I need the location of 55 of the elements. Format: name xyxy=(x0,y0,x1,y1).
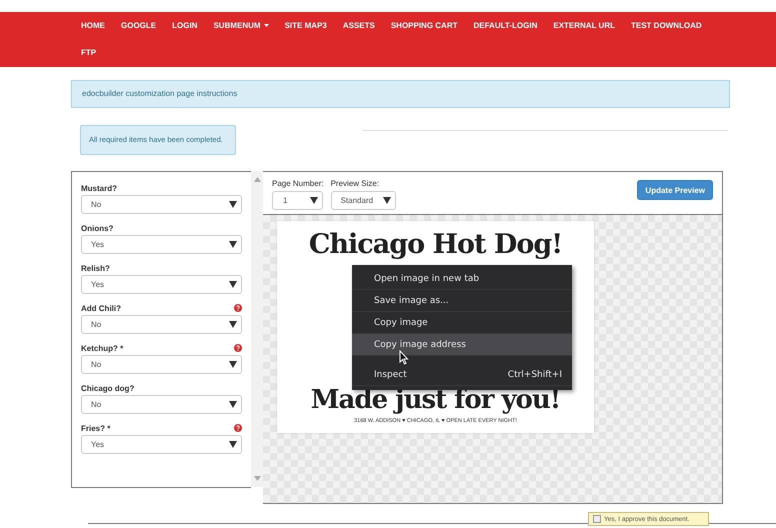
select-field[interactable]: No xyxy=(81,315,242,334)
scrollbar[interactable] xyxy=(251,171,263,487)
menu-item[interactable]: Inspect Ctrl+Shift+I xyxy=(352,364,572,386)
help-icon[interactable] xyxy=(234,304,242,312)
menu-item[interactable]: Open image in new tab xyxy=(352,268,572,290)
shortcut-text: Ctrl+Shift+I xyxy=(508,370,562,380)
nav-link[interactable]: ASSETS xyxy=(334,12,383,39)
select-field[interactable]: Yes xyxy=(81,275,242,294)
select-field[interactable]: Standard xyxy=(330,191,396,210)
caret-icon xyxy=(310,197,318,204)
caret-icon xyxy=(229,321,237,328)
select-field[interactable]: Yes xyxy=(81,235,242,254)
instructions-alert: edocbuilder customization page instructions xyxy=(71,80,730,108)
scroll-up-icon[interactable] xyxy=(254,177,260,182)
nav-link[interactable]: GOOGLE xyxy=(113,12,164,39)
nav-link[interactable]: DEFAULT-LOGIN xyxy=(466,12,546,39)
nav-link[interactable]: TEST DOWNLOAD xyxy=(623,12,710,39)
nav-link[interactable]: HOME xyxy=(73,12,113,39)
nav-link[interactable]: EXTERNAL URL xyxy=(545,12,623,39)
nav-link[interactable]: LOGIN xyxy=(164,12,206,39)
document-headline: Chicago Hot Dog! xyxy=(308,229,562,261)
document-tagline: Made just for you! xyxy=(310,385,560,415)
select-field[interactable]: 1 xyxy=(272,191,323,210)
update-preview-button[interactable]: Update Preview xyxy=(637,180,713,200)
select-field[interactable]: No xyxy=(81,355,242,374)
nav-link[interactable]: SUBMENUM xyxy=(205,12,277,39)
field-label: Fries? * xyxy=(81,424,110,432)
caret-icon xyxy=(229,201,237,208)
caret-icon xyxy=(229,361,237,368)
scroll-down-icon[interactable] xyxy=(254,476,260,481)
nav-link[interactable]: SHOPPING CART xyxy=(382,12,466,39)
field-label: Page Number: xyxy=(272,179,324,190)
nav-link[interactable]: FTP xyxy=(73,39,104,66)
caret-icon xyxy=(229,281,237,288)
caret-icon xyxy=(382,197,391,204)
select-field[interactable]: Yes xyxy=(81,435,242,454)
select-field[interactable]: No xyxy=(81,195,242,214)
field-label: Ketchup? * xyxy=(81,344,124,352)
menu-item[interactable]: Save image as... xyxy=(352,290,572,312)
checkbox[interactable] xyxy=(593,515,601,523)
field-label: Chicago dog? xyxy=(81,384,134,392)
menu-item[interactable]: Copy image address xyxy=(352,334,572,356)
caret-icon xyxy=(229,401,237,408)
caret-icon xyxy=(229,441,237,448)
select-field[interactable]: No xyxy=(81,395,242,414)
field-label: Add Chili? xyxy=(81,304,121,312)
help-icon[interactable] xyxy=(234,424,242,432)
help-icon[interactable] xyxy=(234,344,242,352)
caret-icon xyxy=(229,241,237,248)
field-label: Onions? xyxy=(81,224,114,232)
field-label: Mustard? xyxy=(81,184,117,192)
nav-link[interactable]: SITE MAP3 xyxy=(276,12,335,39)
cursor-icon xyxy=(399,350,409,365)
field-label: Preview Size: xyxy=(330,179,380,190)
field-label: Relish? xyxy=(81,264,110,272)
